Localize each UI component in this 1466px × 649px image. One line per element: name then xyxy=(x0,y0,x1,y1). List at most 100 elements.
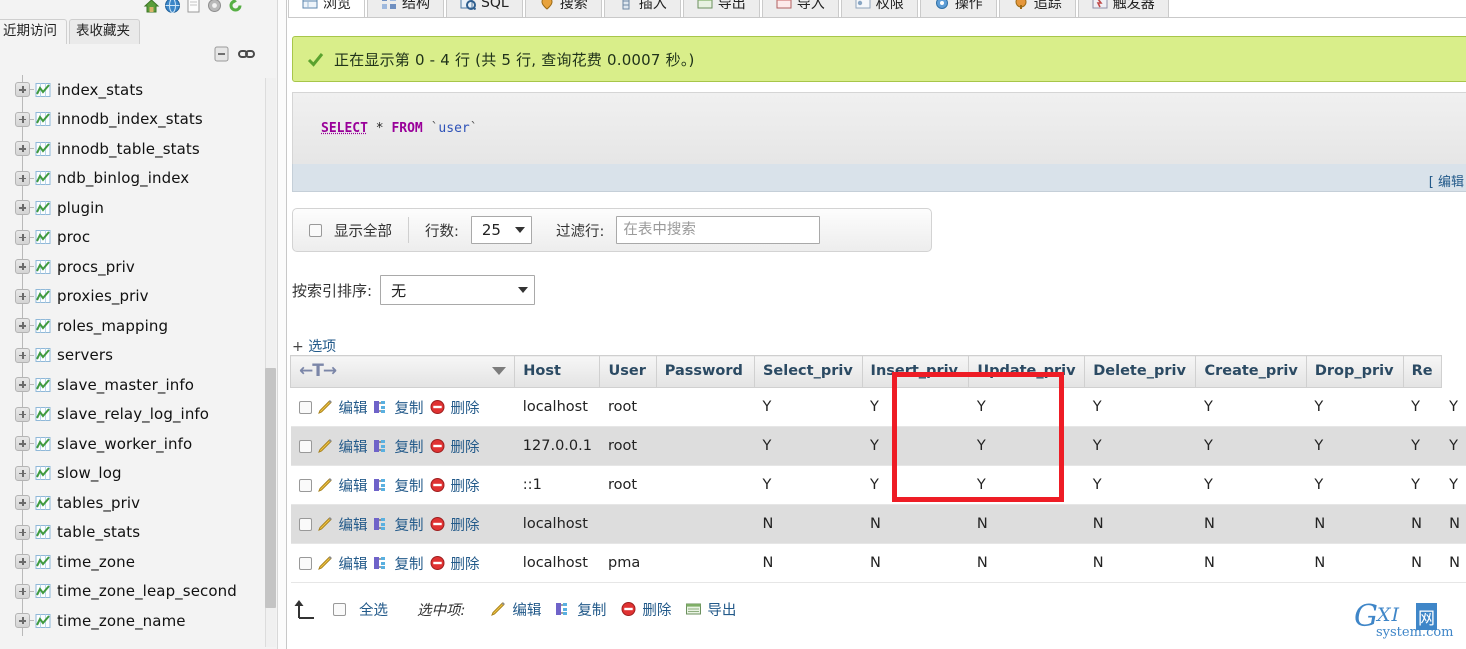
link-icon[interactable] xyxy=(238,46,256,62)
column-header-host[interactable]: Host xyxy=(514,355,601,388)
home-icon[interactable] xyxy=(143,0,160,14)
tree-item-ndb_binlog_index[interactable]: ndb_binlog_index xyxy=(15,163,270,193)
row-action-copy[interactable]: 复制 xyxy=(395,475,424,496)
tree-item-label[interactable]: time_zone_name xyxy=(57,612,186,630)
cell-priv[interactable]: Y xyxy=(754,426,863,466)
bottom-action-delete[interactable]: 删除 xyxy=(620,599,671,620)
tree-item-label[interactable]: plugin xyxy=(57,199,104,217)
row-action-pencil[interactable]: 编辑 xyxy=(339,436,368,457)
cell-priv[interactable]: N xyxy=(1441,504,1466,544)
cell-priv[interactable]: Y xyxy=(754,465,863,505)
column-header-select_priv[interactable]: Select_priv xyxy=(753,355,863,388)
column-header-password[interactable]: Password xyxy=(655,355,755,388)
cell-host[interactable]: 127.0.0.1 xyxy=(514,426,600,466)
cell-host[interactable]: localhost xyxy=(514,387,600,427)
cell-priv[interactable]: Y xyxy=(1195,426,1307,466)
tree-item-slave_relay_log_info[interactable]: slave_relay_log_info xyxy=(15,399,270,429)
tree-item-label[interactable]: slave_worker_info xyxy=(57,435,192,453)
bottom-action-pencil[interactable]: 编辑 xyxy=(490,599,541,620)
cell-host[interactable]: ::1 xyxy=(514,465,600,505)
cell-priv[interactable]: Y xyxy=(1084,426,1196,466)
column-order-glyph[interactable]: ←T→ xyxy=(299,361,337,381)
expand-icon[interactable] xyxy=(15,465,30,481)
expand-icon[interactable] xyxy=(15,524,30,540)
cell-priv[interactable]: N xyxy=(1403,543,1442,583)
column-header-re[interactable]: Re xyxy=(1402,355,1442,388)
main-tabstrip[interactable]: 浏览 结构 SQL 搜索 插入 导出 导入 权限 操作 追踪 触发器 xyxy=(288,0,1466,18)
cell-priv[interactable]: Y xyxy=(862,426,969,466)
tab-privileges[interactable]: 权限 xyxy=(840,0,918,17)
expand-icon[interactable] xyxy=(15,377,30,393)
cell-host[interactable]: localhost xyxy=(514,504,600,544)
cell-priv[interactable]: N xyxy=(862,504,969,544)
gear-icon[interactable] xyxy=(206,0,223,14)
row-action-pencil[interactable]: 编辑 xyxy=(339,514,368,535)
table-tree[interactable]: index_stats innodb_index_stats innodb_tabl… xyxy=(0,75,270,649)
expand-icon[interactable] xyxy=(15,347,30,363)
filter-input[interactable]: 在表中搜索 xyxy=(616,216,821,244)
row-action-pencil[interactable]: 编辑 xyxy=(339,475,368,496)
tree-item-table_stats[interactable]: table_stats xyxy=(15,517,270,547)
select-all-checkbox[interactable] xyxy=(333,602,346,616)
column-header-user[interactable]: User xyxy=(599,355,657,388)
collapse-all-icon[interactable] xyxy=(213,46,231,62)
tab-favorites[interactable]: 表收藏夹 xyxy=(69,19,140,44)
cell-priv[interactable]: N xyxy=(1195,504,1307,544)
tab-browse[interactable]: 浏览 xyxy=(288,0,365,17)
table-row[interactable]: 编辑 复制 删除 localhost root Y Y Y Y Y Y Y Y xyxy=(290,387,1466,427)
tree-item-index_stats[interactable]: index_stats xyxy=(15,75,270,105)
expand-icon[interactable] xyxy=(15,613,30,629)
cell-priv[interactable]: Y xyxy=(1441,465,1466,505)
column-header-create_priv[interactable]: Create_priv xyxy=(1195,355,1307,388)
tree-item-roles_mapping[interactable]: roles_mapping xyxy=(15,311,270,341)
bottom-action-links[interactable]: 编辑 复制 删除 导出 xyxy=(490,599,736,620)
row-checkbox[interactable] xyxy=(298,439,312,453)
tree-item-label[interactable]: roles_mapping xyxy=(57,317,168,335)
rows-select[interactable]: 25 xyxy=(470,216,532,244)
column-header-drop_priv[interactable]: Drop_priv xyxy=(1305,355,1404,388)
delete-icon[interactable] xyxy=(429,516,446,532)
tree-item-label[interactable]: time_zone xyxy=(57,553,135,571)
tree-item-proc[interactable]: proc xyxy=(15,222,270,252)
sql-query-box[interactable]: SELECT * FROM `user` xyxy=(292,92,1466,164)
cell-priv[interactable]: Y xyxy=(1306,426,1404,466)
cell-priv[interactable]: N xyxy=(968,543,1085,583)
tree-item-time_zone[interactable]: time_zone xyxy=(15,547,270,577)
cell-priv[interactable]: N xyxy=(862,543,969,583)
cell-priv[interactable]: N xyxy=(1306,504,1404,544)
tree-item-label[interactable]: proxies_priv xyxy=(57,287,149,305)
row-checkbox[interactable] xyxy=(298,400,312,414)
cell-priv[interactable]: Y xyxy=(862,465,969,505)
pencil-icon[interactable] xyxy=(317,438,334,454)
expand-icon[interactable] xyxy=(15,554,30,570)
tab-recent[interactable]: 近期访问 xyxy=(0,19,67,44)
tree-item-tables_priv[interactable]: tables_priv xyxy=(15,488,270,518)
table-row[interactable]: 编辑 复制 删除::1 root Y Y Y Y Y Y Y Y xyxy=(290,465,1466,505)
bottom-action-export[interactable]: 导出 xyxy=(685,599,736,620)
copy-icon[interactable] xyxy=(373,438,390,454)
bottom-action-copy[interactable]: 复制 xyxy=(555,599,606,620)
tab-sql[interactable]: SQL xyxy=(446,0,523,17)
expand-icon[interactable] xyxy=(15,583,30,599)
select-all-link[interactable]: 全选 xyxy=(359,599,388,620)
tab-triggers[interactable]: 触发器 xyxy=(1077,0,1169,17)
cell-priv[interactable]: Y xyxy=(1195,387,1307,427)
cell-priv[interactable]: Y xyxy=(862,387,969,427)
row-action-delete[interactable]: 删除 xyxy=(451,436,480,457)
pencil-icon[interactable] xyxy=(317,477,334,493)
column-header-update_priv[interactable]: Update_priv xyxy=(968,355,1086,388)
row-action-delete[interactable]: 删除 xyxy=(451,475,480,496)
sidebar-resize-handle[interactable] xyxy=(277,0,286,649)
delete-icon[interactable] xyxy=(429,477,446,493)
cell-priv[interactable]: Y xyxy=(1084,387,1196,427)
chevron-down-icon[interactable] xyxy=(492,367,507,375)
delete-icon[interactable] xyxy=(429,399,446,415)
tree-item-label[interactable]: proc xyxy=(57,228,90,246)
row-checkbox[interactable] xyxy=(298,478,312,492)
pencil-icon[interactable] xyxy=(317,399,334,415)
column-header-insert_priv[interactable]: Insert_priv xyxy=(861,355,970,388)
expand-icon[interactable] xyxy=(15,436,30,452)
cell-user[interactable] xyxy=(599,504,657,544)
cell-priv[interactable]: Y xyxy=(754,387,863,427)
tab-search[interactable]: 搜索 xyxy=(524,0,602,17)
